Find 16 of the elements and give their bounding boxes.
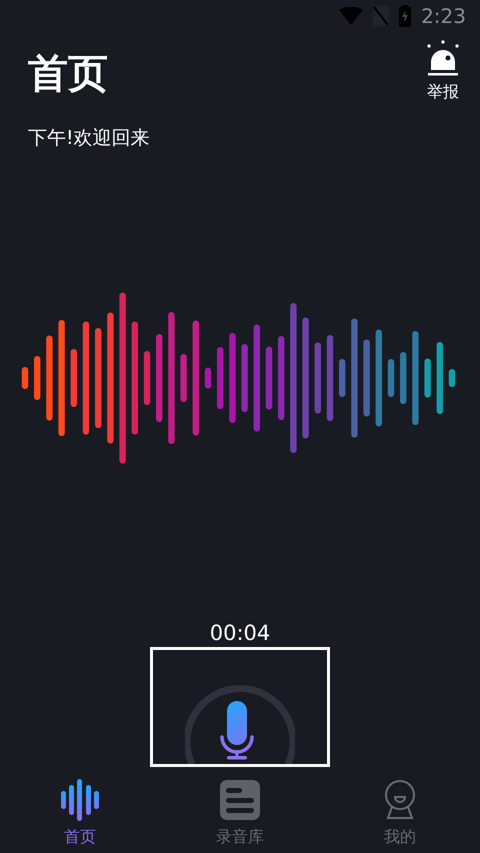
greeting-text: 下午!欢迎回来 xyxy=(28,126,150,151)
record-button[interactable] xyxy=(150,647,330,767)
waveform-icon xyxy=(60,779,100,821)
page-title: 首页 xyxy=(28,50,109,98)
list-icon xyxy=(220,780,260,820)
status-time: 2:23 xyxy=(421,3,466,30)
battery-icon xyxy=(399,5,412,27)
no-sim-icon xyxy=(373,6,390,26)
recording-timer: 00:04 xyxy=(210,620,270,646)
nav-tab[interactable]: 录音库 xyxy=(160,779,320,853)
wifi-icon xyxy=(339,7,364,25)
nav-tab[interactable]: 我的 xyxy=(320,779,480,853)
report-button[interactable]: 举报 xyxy=(426,40,460,104)
siren-icon xyxy=(426,40,460,78)
nav-tab[interactable]: 首页 xyxy=(0,779,160,853)
person-icon xyxy=(383,780,417,820)
